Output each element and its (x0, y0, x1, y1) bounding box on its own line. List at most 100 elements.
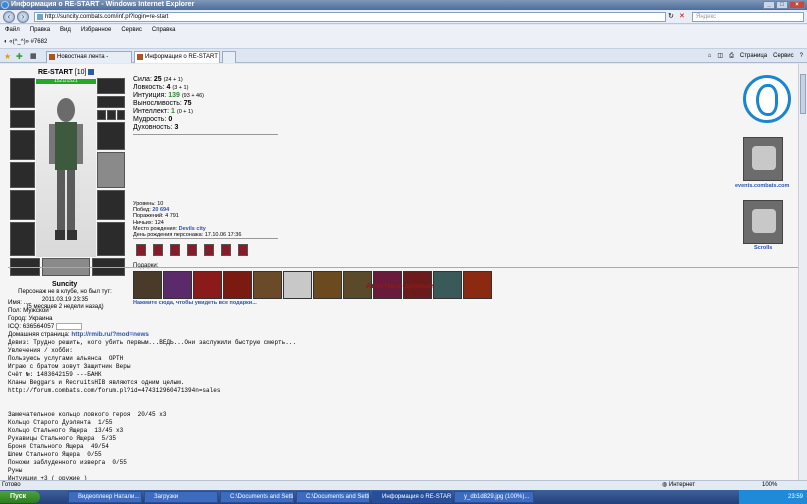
clock: 23:59 (787, 494, 803, 500)
badge-icon[interactable] (153, 244, 163, 256)
print-icon[interactable]: ⎙ (729, 51, 734, 62)
back-button[interactable]: ‹ (3, 11, 15, 23)
equip-slot-boots[interactable] (97, 222, 125, 256)
window-titlebar: Информация о RE-START - Windows Internet… (0, 0, 807, 10)
close-button[interactable]: × (789, 1, 805, 9)
scrollbar-thumb[interactable] (800, 74, 806, 114)
stat-value: 4 (166, 84, 171, 91)
page-content: RE-START [10] 1521/1521 Suncity Персонаж… (0, 64, 798, 480)
menu-tools[interactable]: Сервис (121, 25, 142, 36)
equip-slot-belt[interactable] (10, 190, 35, 220)
forward-button[interactable]: › (17, 11, 29, 23)
city-name: Suncity (52, 281, 78, 288)
search-input[interactable]: Яндекс (692, 12, 804, 22)
home-link[interactable]: http://rmib.ru/?mod=news (71, 331, 149, 338)
vertical-scrollbar[interactable] (798, 64, 807, 480)
gift-icon[interactable] (433, 271, 462, 299)
gender-line: Пол: Мужской (8, 307, 49, 314)
links-item[interactable]: ◐ «(^_^)» #7682 (4, 39, 47, 45)
menu-edit[interactable]: Правка (30, 25, 50, 36)
gift-icon[interactable] (223, 271, 252, 299)
add-favorites-icon[interactable]: ✚ (16, 52, 23, 61)
stat-row: Интеллект: 1 (0 + 1) (133, 108, 204, 116)
minimize-button[interactable]: _ (763, 1, 775, 9)
scrolls-caption[interactable]: Scrolls (754, 245, 772, 251)
gift-icon[interactable] (463, 271, 492, 299)
refresh-icon[interactable]: ↻ (668, 12, 674, 20)
stat-row: Выносливость: 75 (133, 100, 204, 108)
events-caption[interactable]: events.combats.com (735, 183, 789, 189)
tab-darkclan[interactable]: Новостная лента - DarkClan (46, 51, 132, 71)
maximize-button[interactable]: □ (776, 1, 788, 9)
taskbar-item[interactable]: C:\Documents and Settin... (296, 491, 370, 503)
links-bar: ◐ «(^_^)» #7682 (0, 36, 807, 49)
gift-icon[interactable] (283, 271, 312, 299)
gift-icon[interactable] (163, 271, 192, 299)
stat-row: Сила: 25 (24 + 1) (133, 76, 204, 84)
city-line: Город: Украина (8, 315, 53, 322)
page-menu[interactable]: Страница (740, 51, 767, 62)
menu-file[interactable]: Файл (5, 25, 20, 36)
badge-icon[interactable] (170, 244, 180, 256)
birthplace-value: Devils city (178, 225, 206, 232)
equip-slot-pants[interactable] (97, 190, 125, 220)
gift-icon[interactable] (313, 271, 342, 299)
equip-slot-bracer[interactable] (10, 110, 35, 128)
stat-extra: (0 + 1) (176, 109, 193, 115)
scrolls-banner[interactable] (743, 200, 783, 244)
new-tab-button[interactable] (222, 51, 236, 63)
zoom-level[interactable]: 100% (762, 481, 777, 490)
equip-slot-armor[interactable] (10, 162, 35, 188)
taskbar-item[interactable]: Загрузки (144, 491, 218, 503)
page-icon (37, 14, 43, 20)
gifts-row (133, 271, 492, 299)
tools-menu[interactable]: Сервис (773, 51, 794, 62)
stat-extra: (24 + 1) (163, 77, 183, 83)
menu-view[interactable]: Вид (60, 25, 71, 36)
menu-favorites[interactable]: Избранное (81, 25, 111, 36)
stat-label: Ловкость: (133, 84, 165, 91)
feeds-icon[interactable]: ◫ (717, 51, 723, 62)
taskbar-item[interactable]: Информация о RE-START... (372, 491, 452, 503)
equip-slot-earring[interactable] (97, 78, 125, 94)
equip-slot-weapon[interactable] (10, 130, 35, 160)
equip-slot-shield[interactable] (97, 152, 125, 188)
character-level: [10] (74, 69, 87, 76)
equip-slot-ring1[interactable] (97, 110, 106, 120)
equip-slot-boots-left[interactable] (10, 222, 35, 256)
help-icon[interactable]: ? (800, 51, 803, 62)
badge-icon[interactable] (204, 244, 214, 256)
equip-slot-ring3[interactable] (117, 110, 125, 120)
equip-slot-helmet[interactable] (10, 78, 35, 108)
badge-icon[interactable] (238, 244, 248, 256)
birthplace-label: Место рождения: (133, 225, 178, 232)
stop-icon[interactable]: ✕ (679, 12, 685, 20)
menu-help[interactable]: Справка (152, 25, 176, 36)
taskbar-item[interactable]: Видеоплеер Натали... (68, 491, 142, 503)
gift-icon[interactable] (253, 271, 282, 299)
tab-re-start[interactable]: Информация о RE-START (134, 51, 220, 63)
gift-icon[interactable] (193, 271, 222, 299)
gift-icon[interactable] (133, 271, 162, 299)
taskbar: Пуск Видеоплеер Натали... Загрузки C:\Do… (0, 490, 807, 504)
start-button[interactable]: Пуск (0, 491, 40, 503)
taskbar-item[interactable]: y_db1d829.jpg (100%)... (454, 491, 534, 503)
equip-slot-ring2[interactable] (107, 110, 116, 120)
equip-slot-amulet[interactable] (97, 96, 125, 108)
favorites-star-icon[interactable]: ★ (4, 52, 11, 61)
divider (133, 134, 278, 135)
status-bar: Готово ◍ Интернет 100% (0, 480, 807, 490)
equip-slot-gloves[interactable] (97, 122, 125, 150)
quick-tabs-icon[interactable]: ▦ (30, 52, 37, 60)
taskbar-item[interactable]: C:\Documents and Settin... (220, 491, 294, 503)
badge-icon[interactable] (136, 244, 146, 256)
address-input[interactable]: http://suncity.combats.com/inf.pl?login=… (34, 12, 666, 22)
events-banner[interactable] (743, 137, 783, 181)
info-icon[interactable] (88, 69, 95, 76)
stat-value: 0 (168, 116, 173, 123)
window-title: Информация о RE-START - Windows Internet… (11, 1, 195, 8)
combats-logo-icon[interactable] (743, 75, 791, 123)
home-icon[interactable]: ⌂ (708, 51, 712, 62)
badge-icon[interactable] (221, 244, 231, 256)
badge-icon[interactable] (187, 244, 197, 256)
